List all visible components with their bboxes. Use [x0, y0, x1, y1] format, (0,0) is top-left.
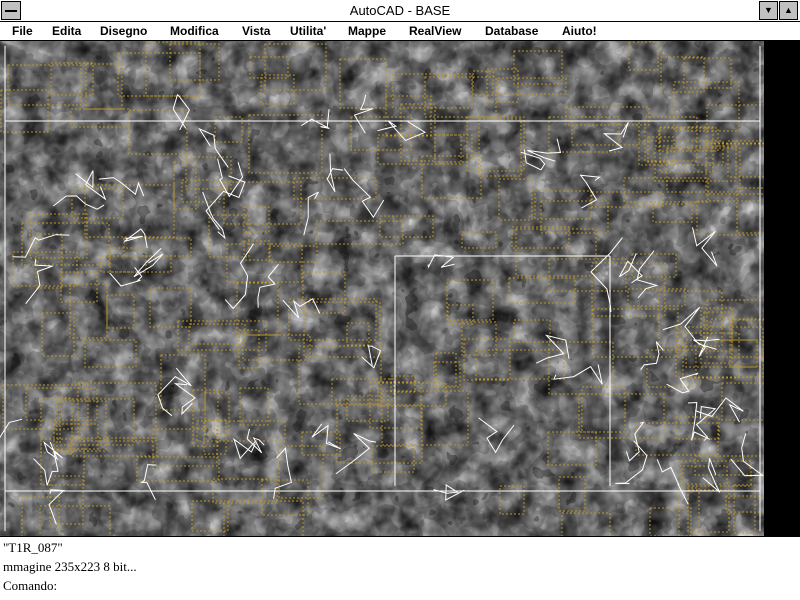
command-prompt[interactable]: Comando: [3, 578, 57, 594]
menu-vista[interactable]: Vista [242, 24, 270, 38]
menu-disegno[interactable]: Disegno [100, 24, 147, 38]
menu-bar: File Edita Disegno Modifica Vista Utilit… [0, 22, 800, 41]
minimize-button[interactable]: ▼ [759, 1, 778, 20]
menu-file[interactable]: File [12, 24, 33, 38]
drawing-area[interactable] [0, 41, 800, 536]
menu-aiuto[interactable]: Aiuto! [562, 24, 597, 38]
maximize-button[interactable]: ▲ [779, 1, 798, 20]
menu-database[interactable]: Database [485, 24, 538, 38]
title-bar: AutoCAD - BASE ▼ ▲ [0, 0, 800, 22]
menu-mappe[interactable]: Mappe [348, 24, 386, 38]
command-area[interactable]: "T1R_087" mmagine 235x223 8 bit... Coman… [0, 536, 800, 600]
raster-image-canvas[interactable] [0, 41, 764, 536]
window-title: AutoCAD - BASE [349, 3, 451, 18]
menu-modifica[interactable]: Modifica [170, 24, 219, 38]
drawing-margin [764, 41, 800, 536]
menu-realview[interactable]: RealView [409, 24, 461, 38]
command-history-line-2: mmagine 235x223 8 bit... [3, 559, 137, 574]
menu-edita[interactable]: Edita [52, 24, 81, 38]
command-history-line-1: "T1R_087" [3, 540, 63, 555]
menu-utilita[interactable]: Utilita' [290, 24, 326, 38]
